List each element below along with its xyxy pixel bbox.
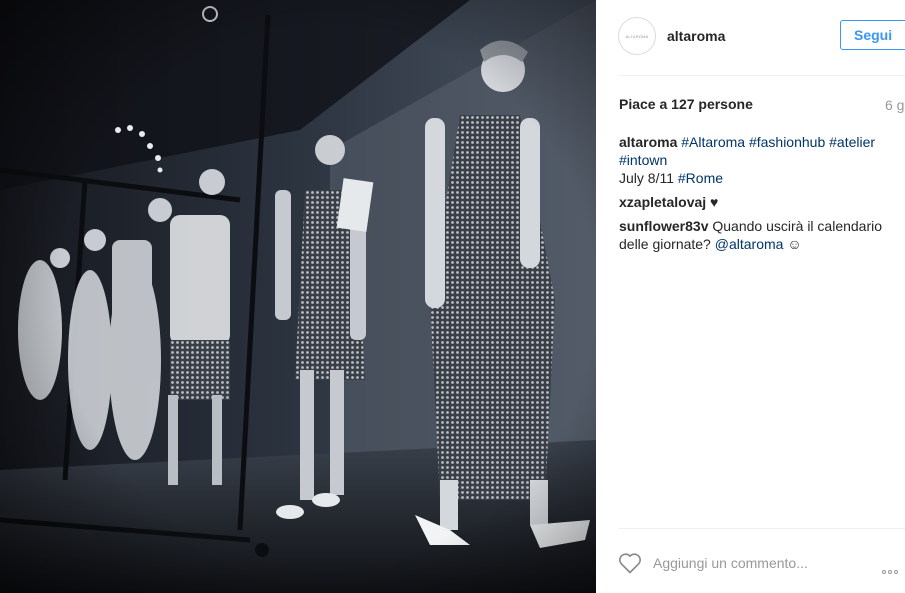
avatar-text: ALTAROMA (625, 33, 649, 39)
caption-location-tag[interactable]: #Rome (678, 170, 723, 186)
post-header: ALTAROMA altaroma Segui (596, 0, 905, 76)
instagram-post: ALTAROMA altaroma Segui Piace a 127 pers… (0, 0, 905, 593)
header-divider (619, 75, 905, 76)
comment-username[interactable]: sunflower83v (619, 218, 708, 234)
caption-username[interactable]: altaroma (619, 134, 677, 150)
comment: sunflower83v Quando uscirà il calendario… (619, 217, 905, 253)
username-link[interactable]: altaroma (667, 28, 725, 44)
heart-emoji: ♥ (710, 194, 719, 210)
caption-date: July 8/11 (619, 170, 674, 186)
add-comment-input[interactable] (653, 553, 863, 573)
heart-icon[interactable] (618, 552, 642, 574)
follow-button[interactable]: Segui (840, 20, 905, 50)
post-photo[interactable] (0, 0, 596, 593)
comment-username[interactable]: xzapletalovaj (619, 194, 706, 210)
avatar[interactable]: ALTAROMA (618, 17, 656, 55)
caption: altaroma #Altaroma #fashionhub #atelier … (619, 133, 905, 187)
post-time[interactable]: 6 g (885, 97, 904, 113)
runway-photo-illustration (0, 0, 596, 593)
smile-emoji: ☺ (787, 236, 802, 252)
comment: xzapletalovaj ♥ (619, 193, 905, 211)
post-sidebar: ALTAROMA altaroma Segui Piace a 127 pers… (596, 0, 905, 593)
more-options-icon[interactable] (882, 561, 905, 574)
comment-mention[interactable]: @altaroma (715, 236, 784, 252)
comments-list: altaroma #Altaroma #fashionhub #atelier … (619, 133, 905, 259)
likes-count[interactable]: Piace a 127 persone (619, 96, 753, 112)
footer-divider (619, 528, 905, 529)
